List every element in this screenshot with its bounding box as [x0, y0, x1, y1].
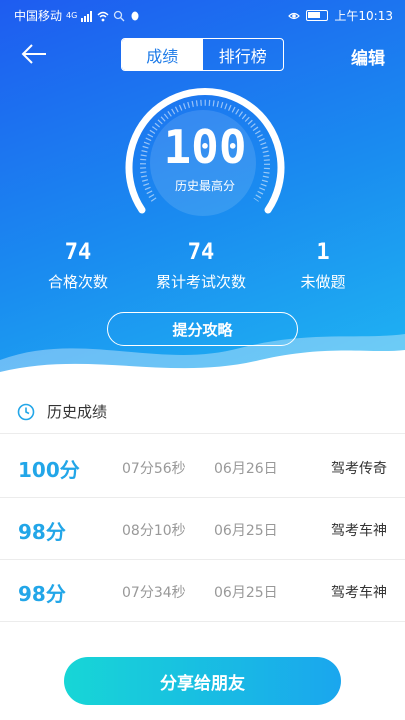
best-score-value: 100 — [163, 120, 247, 174]
stat-unanswered: 1 未做题 — [263, 240, 383, 292]
row-title: 驾考传奇 — [331, 461, 387, 477]
row-title: 驾考车神 — [331, 585, 387, 601]
header-tabs: 成绩 排行榜 — [121, 38, 284, 71]
history-row[interactable]: 98分 07分34秒 06月25日 驾考车神 — [0, 560, 405, 622]
row-duration: 08分10秒 — [122, 523, 186, 539]
stat-label: 未做题 — [300, 273, 346, 291]
signal-icon — [81, 10, 93, 22]
history-header: 历史成绩 — [0, 390, 405, 434]
tab-ranking[interactable]: 排行榜 — [203, 39, 284, 70]
share-button[interactable]: 分享给朋友 — [64, 657, 341, 705]
stat-value: 74 — [187, 240, 215, 265]
stat-value: 1 — [316, 240, 330, 265]
row-score: 100分 — [18, 458, 80, 482]
battery-icon — [306, 10, 329, 21]
stat-label: 累计考试次数 — [155, 273, 246, 291]
row-score: 98分 — [18, 520, 66, 544]
best-score-label: 历史最高分 — [174, 179, 235, 193]
row-date: 06月25日 — [214, 585, 278, 601]
network-label: 4G — [66, 11, 78, 20]
back-arrow-icon[interactable] — [20, 42, 48, 66]
edit-button[interactable]: 编辑 — [351, 44, 385, 69]
history-row[interactable]: 98分 08分10秒 06月25日 驾考车神 — [0, 498, 405, 560]
history-row[interactable]: 100分 07分56秒 06月26日 驾考传奇 — [0, 436, 405, 498]
stat-pass-count: 74 合格次数 — [18, 240, 138, 292]
eye-icon — [288, 12, 301, 19]
carrier-label: 中国移动 — [14, 9, 63, 23]
search-icon — [114, 10, 125, 21]
stat-label: 合格次数 — [47, 273, 108, 291]
tips-button[interactable]: 提分攻略 — [107, 312, 298, 346]
tab-score[interactable]: 成绩 — [122, 39, 203, 70]
row-date: 06月25日 — [214, 523, 278, 539]
clock-time: 上午10:13 — [334, 9, 393, 23]
qq-icon — [131, 11, 139, 20]
row-duration: 07分34秒 — [122, 585, 186, 601]
clock-icon — [17, 403, 35, 420]
status-bar: 中国移动 4G 上午10:13 — [0, 0, 405, 28]
row-title: 驾考车神 — [331, 523, 387, 539]
history-title: 历史成绩 — [47, 403, 108, 421]
stat-total-exams: 74 累计考试次数 — [141, 240, 261, 292]
row-date: 06月26日 — [214, 461, 278, 477]
row-duration: 07分56秒 — [122, 461, 186, 477]
row-score: 98分 — [18, 582, 66, 606]
stat-value: 74 — [64, 240, 92, 265]
wifi-icon — [97, 11, 109, 21]
